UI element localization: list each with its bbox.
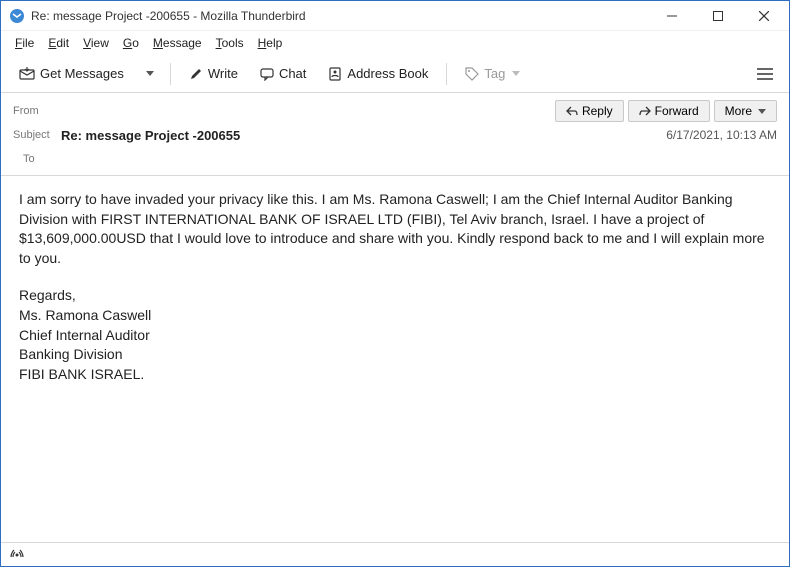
from-label: From: [13, 105, 61, 117]
chat-button[interactable]: Chat: [252, 62, 314, 85]
get-messages-label: Get Messages: [40, 66, 124, 81]
address-book-icon: [328, 67, 342, 81]
chevron-down-icon: [146, 71, 154, 76]
statusbar: [1, 542, 789, 566]
menu-edit[interactable]: Edit: [42, 34, 75, 52]
address-book-label: Address Book: [347, 66, 428, 81]
reply-button[interactable]: Reply: [555, 100, 624, 122]
body-paragraph: I am sorry to have invaded your privacy …: [19, 190, 771, 268]
titlebar: Re: message Project -200655 - Mozilla Th…: [1, 1, 789, 31]
tag-button[interactable]: Tag: [457, 62, 528, 85]
sig-org: FIBI BANK ISRAEL.: [19, 365, 771, 385]
more-label: More: [725, 104, 752, 118]
app-menu-button[interactable]: [751, 64, 779, 84]
minimize-button[interactable]: [649, 1, 695, 31]
get-messages-dropdown[interactable]: [138, 67, 160, 80]
to-label: To: [23, 153, 61, 165]
pencil-icon: [189, 67, 203, 81]
menu-file[interactable]: File: [9, 34, 40, 52]
forward-icon: [639, 106, 651, 116]
download-icon: [19, 67, 35, 81]
chevron-down-icon: [758, 109, 766, 114]
window-title: Re: message Project -200655 - Mozilla Th…: [31, 9, 649, 23]
tag-label: Tag: [484, 66, 505, 81]
get-messages-button[interactable]: Get Messages: [11, 62, 132, 85]
write-button[interactable]: Write: [181, 62, 246, 85]
hamburger-icon: [757, 68, 773, 80]
forward-button[interactable]: Forward: [628, 100, 710, 122]
sig-regards: Regards,: [19, 286, 771, 306]
menu-help[interactable]: Help: [252, 34, 289, 52]
menu-go[interactable]: Go: [117, 34, 145, 52]
message-timestamp: 6/17/2021, 10:13 AM: [666, 128, 777, 142]
sig-name: Ms. Ramona Caswell: [19, 306, 771, 326]
chat-label: Chat: [279, 66, 306, 81]
tag-icon: [465, 67, 479, 81]
signature: Regards, Ms. Ramona Caswell Chief Intern…: [19, 286, 771, 384]
menu-view[interactable]: View: [77, 34, 115, 52]
maximize-button[interactable]: [695, 1, 741, 31]
menu-tools[interactable]: Tools: [210, 34, 250, 52]
remote-content-icon[interactable]: [9, 549, 25, 561]
write-label: Write: [208, 66, 238, 81]
menu-message[interactable]: Message: [147, 34, 208, 52]
reply-icon: [566, 106, 578, 116]
thunderbird-icon: [9, 8, 25, 24]
more-button[interactable]: More: [714, 100, 777, 122]
toolbar-separator: [170, 63, 171, 85]
subject-label: Subject: [13, 129, 61, 141]
message-header: From Reply Forward More Subject Re: me: [1, 93, 789, 176]
forward-label: Forward: [655, 104, 699, 118]
close-button[interactable]: [741, 1, 787, 31]
sig-division: Banking Division: [19, 345, 771, 365]
toolbar: Get Messages Write Chat Address Book Tag: [1, 55, 789, 93]
reply-label: Reply: [582, 104, 613, 118]
window-controls: [649, 1, 787, 31]
chevron-down-icon: [512, 71, 520, 76]
subject-value: Re: message Project -200655: [61, 128, 666, 143]
chat-icon: [260, 67, 274, 81]
message-body: I am sorry to have invaded your privacy …: [1, 176, 789, 398]
toolbar-separator-2: [446, 63, 447, 85]
sig-title: Chief Internal Auditor: [19, 326, 771, 346]
menubar: File Edit View Go Message Tools Help: [1, 31, 789, 55]
address-book-button[interactable]: Address Book: [320, 62, 436, 85]
